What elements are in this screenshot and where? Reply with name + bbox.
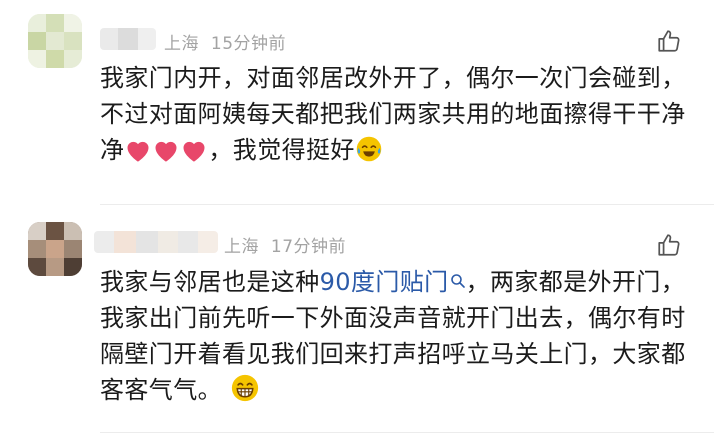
- heart-emoji-icon: [183, 141, 205, 162]
- thumbs-up-icon[interactable]: [656, 28, 682, 54]
- comment-text-part: 我家与邻居也是这种: [100, 268, 320, 296]
- search-icon[interactable]: [450, 273, 466, 289]
- comment-meta: 上海 17分钟前: [224, 232, 346, 257]
- comment-meta: 上海 15分钟前: [164, 29, 286, 54]
- comment-location: 上海: [224, 237, 259, 257]
- heart-emoji-icon: [155, 141, 177, 162]
- heart-emoji-icon: [127, 141, 149, 162]
- comment-time: 15分钟前: [210, 34, 287, 54]
- comment-text: 我家门内开，对面邻居改外开了，偶尔一次门会碰到，不过对面阿姨每天都把我们两家共用…: [100, 60, 700, 168]
- comment-location: 上海: [164, 34, 199, 54]
- comment-time: 17分钟前: [270, 237, 347, 257]
- thumbs-up-icon[interactable]: [656, 232, 682, 258]
- comment-divider: [100, 432, 714, 433]
- grinning-emoji-icon: [231, 374, 259, 402]
- username-blurred[interactable]: [94, 231, 218, 253]
- comment-text: 我家与邻居也是这种90度门贴门 ，两家都是外开门，我家出门前先听一下外面没声音就开…: [100, 264, 700, 408]
- search-link-text[interactable]: 90度门贴门: [320, 268, 449, 296]
- avatar[interactable]: [28, 14, 82, 68]
- comment-divider: [100, 204, 714, 205]
- avatar[interactable]: [28, 222, 82, 276]
- crying-laughing-emoji-icon: [356, 136, 382, 162]
- username-blurred[interactable]: [100, 28, 156, 50]
- comment-text-part: ，我觉得挺好: [208, 136, 355, 164]
- search-link[interactable]: 90度门贴门: [320, 268, 466, 296]
